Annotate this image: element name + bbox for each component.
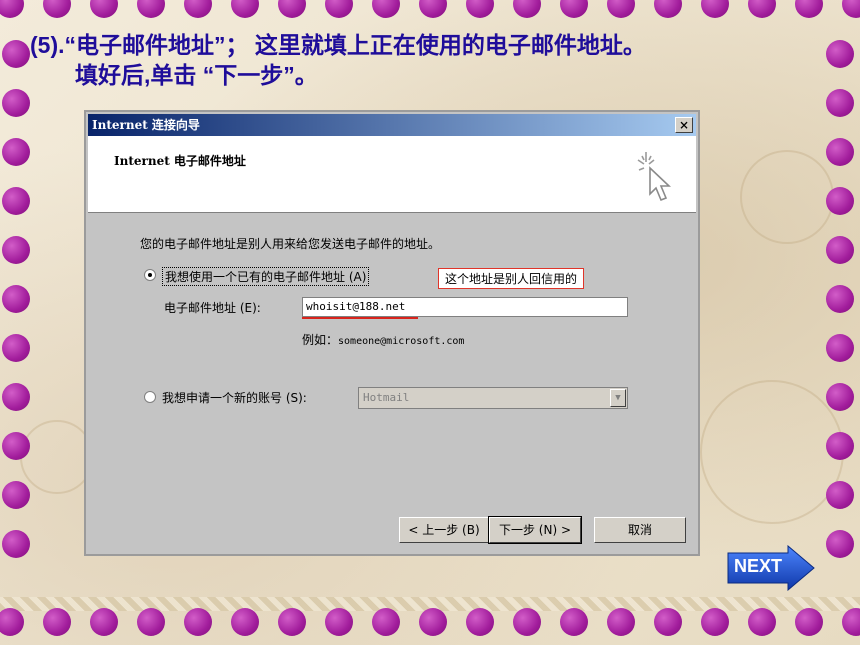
decorative-dot — [43, 608, 71, 636]
decorative-dot — [2, 187, 30, 215]
decorative-dot — [137, 608, 165, 636]
decorative-dot — [231, 0, 259, 18]
decorative-dot — [560, 608, 588, 636]
decorative-dot — [607, 608, 635, 636]
decorative-dot — [701, 608, 729, 636]
decorative-dot — [826, 89, 854, 117]
decorative-dot — [2, 236, 30, 264]
decorative-dot — [372, 0, 400, 18]
decorative-dot — [748, 0, 776, 18]
decorative-dot — [90, 608, 118, 636]
new-account-label[interactable]: 我想申请一个新的账号 (S): — [162, 389, 307, 406]
decorative-dot — [2, 383, 30, 411]
window-title: Internet 连接向导 — [92, 118, 200, 132]
decorative-dot — [184, 608, 212, 636]
slide-next-button[interactable]: NEXT — [726, 544, 816, 592]
decorative-dot — [2, 481, 30, 509]
decorative-dot — [0, 608, 24, 636]
decorative-dot — [513, 608, 541, 636]
decorative-dot — [842, 0, 860, 18]
decorative-dot — [231, 608, 259, 636]
decorative-dot — [654, 608, 682, 636]
use-existing-address-radio[interactable] — [144, 269, 156, 281]
description-text: 您的电子邮件地址是别人用来给您发送电子邮件的地址。 — [140, 237, 441, 251]
decorative-dot — [826, 40, 854, 68]
decorative-dot — [701, 0, 729, 18]
decorative-dot — [826, 432, 854, 460]
decorative-dot — [654, 0, 682, 18]
heading-line-2: 填好后,单击 “下一步”。 — [75, 62, 318, 88]
left-dot-border — [0, 30, 34, 600]
decorative-dot — [278, 608, 306, 636]
decorative-dot — [826, 285, 854, 313]
decorative-dot — [2, 530, 30, 558]
decorative-dot — [826, 187, 854, 215]
decorative-dot — [325, 0, 353, 18]
wizard-header: Internet 电子邮件地址 — [88, 136, 696, 213]
decorative-dot — [842, 608, 860, 636]
decorative-dot — [419, 608, 447, 636]
email-underline-annotation — [302, 317, 418, 319]
next-button[interactable]: 下一步 (N) > — [488, 516, 582, 544]
decorative-dot — [2, 432, 30, 460]
wizard-body: 您的电子邮件地址是别人用来给您发送电子邮件的地址。 我想使用一个已有的电子邮件地… — [88, 213, 696, 552]
decorative-dot — [372, 608, 400, 636]
decorative-dot — [826, 236, 854, 264]
decorative-dot — [826, 138, 854, 166]
callout-annotation: 这个地址是别人回信用的 — [438, 268, 585, 289]
next-label: NEXT — [734, 556, 783, 576]
example-label: 例如： — [302, 333, 339, 347]
provider-selected-value: Hotmail — [363, 391, 410, 404]
example-value: someone@microsoft.com — [338, 336, 465, 347]
close-button[interactable]: × — [675, 117, 693, 133]
use-existing-address-label[interactable]: 我想使用一个已有的电子邮件地址 (A) — [162, 267, 370, 286]
decorative-dot — [419, 0, 447, 18]
slide-heading: (5).“电子邮件地址”； 这里就填上正在使用的电子邮件地址。 填好后,单击 “… — [30, 30, 810, 90]
decorative-dot — [826, 481, 854, 509]
email-field-label: 电子邮件地址 (E): — [164, 301, 261, 315]
decorative-dot — [748, 608, 776, 636]
right-dot-border — [822, 30, 858, 600]
page-title: Internet 电子邮件地址 — [114, 154, 246, 168]
decorative-dot — [278, 0, 306, 18]
close-icon: × — [678, 118, 690, 132]
decorative-dot — [826, 334, 854, 362]
decorative-dot — [0, 0, 24, 18]
example-text: 例如：someone@microsoft.com — [302, 331, 464, 348]
provider-select[interactable]: Hotmail ▼ — [358, 387, 628, 409]
decorative-dot — [2, 40, 30, 68]
decorative-dot — [137, 0, 165, 18]
heading-line-1: (5).“电子邮件地址”； 这里就填上正在使用的电子邮件地址。 — [30, 32, 646, 58]
decorative-dot — [2, 138, 30, 166]
decorative-dot — [513, 0, 541, 18]
decorative-dot — [795, 0, 823, 18]
window-titlebar[interactable]: Internet 连接向导 × — [88, 114, 696, 136]
top-dot-border — [0, 0, 860, 22]
decorative-dot — [43, 0, 71, 18]
decorative-dot — [2, 334, 30, 362]
decorative-dot — [2, 285, 30, 313]
decorative-dot — [826, 383, 854, 411]
wizard-cursor-icon — [637, 152, 672, 202]
decorative-dot — [560, 0, 588, 18]
decorative-dot — [795, 608, 823, 636]
decorative-dot — [325, 608, 353, 636]
decorative-dot — [2, 89, 30, 117]
email-field[interactable]: whoisit@188.net — [302, 297, 628, 317]
background-swirl — [740, 150, 834, 244]
decorative-dot — [466, 0, 494, 18]
decorative-dot — [90, 0, 118, 18]
cancel-button[interactable]: 取消 — [594, 517, 686, 543]
decorative-dot — [466, 608, 494, 636]
bottom-dot-border — [0, 604, 860, 645]
decorative-dot — [607, 0, 635, 18]
back-button[interactable]: < 上一步 (B) — [399, 517, 489, 543]
decorative-dot — [184, 0, 212, 18]
chevron-down-icon[interactable]: ▼ — [610, 389, 626, 407]
connection-wizard-window: Internet 连接向导 × Internet 电子邮件地址 您的电子邮件地址… — [84, 110, 700, 556]
new-account-radio[interactable] — [144, 391, 156, 403]
decorative-dot — [826, 530, 854, 558]
